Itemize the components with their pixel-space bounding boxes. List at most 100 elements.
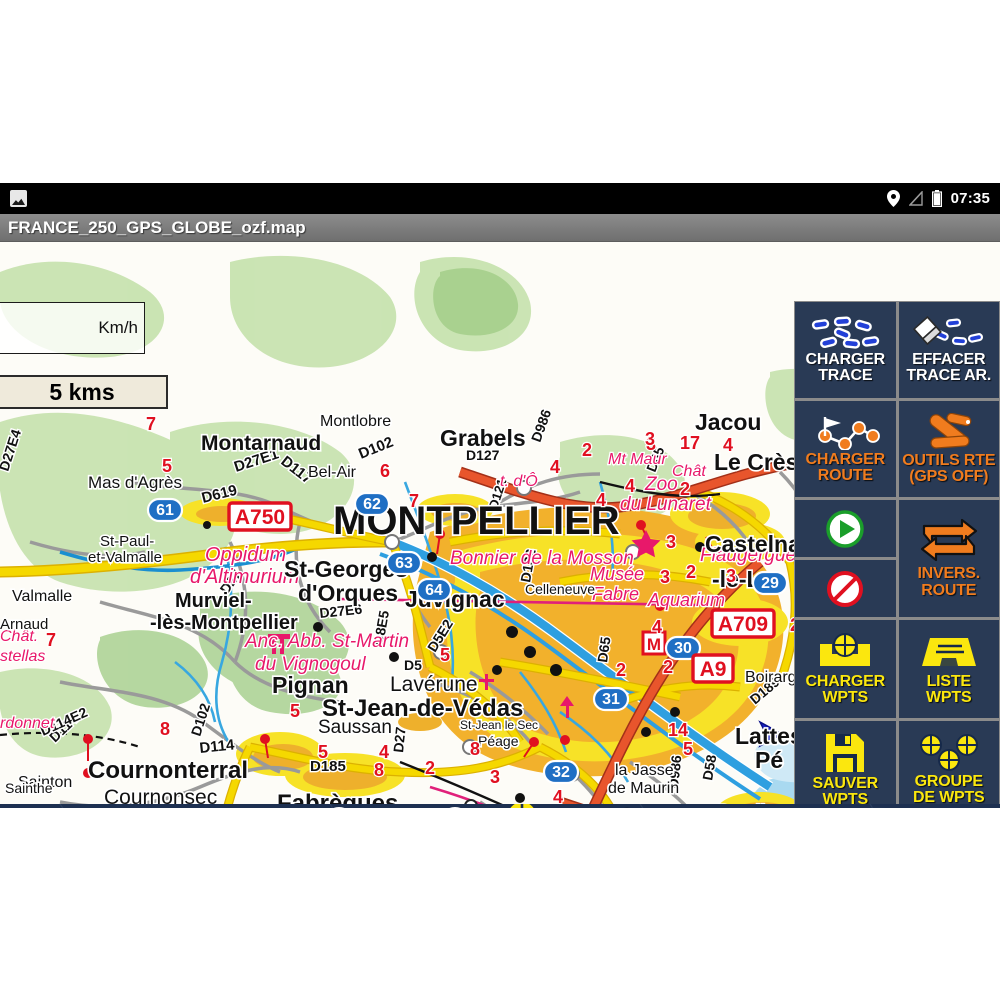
speed-display-box: Km/h — [0, 302, 145, 354]
map-distance-number: 8 — [374, 760, 384, 780]
map-place-label: Montlobre — [320, 413, 391, 430]
map-distance-number: 8 — [470, 739, 480, 759]
sauver-wpts-label-1: SAUVER — [812, 774, 879, 792]
map-place-label: Sainthe — [5, 780, 53, 796]
map-exit-shield: 64 — [415, 577, 453, 603]
map-place-label: Grabels — [440, 425, 526, 451]
map-distance-number: 8 — [160, 719, 170, 739]
map-place-label: Péage — [478, 733, 519, 749]
open-box-waypoint-icon — [820, 632, 871, 666]
list-box-icon — [921, 637, 976, 666]
map-pin-icon — [620, 807, 633, 808]
next-map-button[interactable] — [385, 806, 475, 808]
invers-route-button[interactable]: INVERS. ROUTE — [898, 500, 999, 617]
map-distance-number: 2 — [616, 660, 626, 680]
map-distance-number: 2 — [680, 479, 690, 499]
map-distance-number: 17 — [680, 433, 700, 453]
map-place-label: d'Orques — [298, 580, 398, 606]
map-poi-label: du Lunaret — [620, 494, 712, 515]
svg-text:64: 64 — [425, 582, 443, 599]
map-poi-label: Musée — [590, 564, 644, 584]
map-place-label: Arnaud — [0, 616, 48, 633]
charger-route-button[interactable]: CHARGER ROUTE — [795, 401, 896, 497]
dashed-track-icon — [812, 316, 880, 349]
outils-rte-button[interactable]: OUTILS RTE (GPS OFF) — [898, 401, 999, 497]
map-distance-number: 5 — [683, 739, 693, 759]
map-place-label: Cournonterral — [88, 757, 248, 784]
effacer-trace-label-2: TRACE AR. — [906, 367, 992, 384]
map-poi-label: Chât — [672, 463, 706, 480]
map-distance-number: 14 — [668, 720, 688, 740]
map-distance-number: 3 — [726, 566, 736, 586]
map-motorway-shield: A709 — [710, 608, 776, 639]
map-motorway-shield: A750 — [227, 501, 293, 532]
groupe-de-wpts-label-1: GROUPE — [914, 772, 983, 790]
tools-panel: CHARGER TRACE EFFACER TRACE AR. CHARGER … — [794, 301, 1000, 808]
charger-wpts-button[interactable]: CHARGER WPTS — [795, 620, 896, 718]
effacer-trace-button[interactable]: EFFACER TRACE AR. — [898, 302, 999, 398]
svg-text:A709: A709 — [718, 613, 768, 636]
map-distance-number: 4 — [625, 476, 635, 496]
map-distance-number: 2 — [425, 758, 435, 778]
gps-map-application: 07:35 FRANCE_250_GPS_GLOBE_ozf.map M D27… — [0, 183, 1000, 808]
liste-wpts-label-1: LISTE — [926, 672, 972, 690]
map-distance-number: 3 — [490, 767, 500, 787]
map-place-label: Pé — [755, 747, 783, 773]
map-poi-label: Aquarium — [647, 590, 725, 610]
map-place-label: la Jasse — [615, 762, 674, 779]
start-route-button[interactable] — [795, 500, 896, 557]
map-exit-shield: 61 — [146, 497, 184, 523]
map-canvas[interactable]: M D27E4 D27E1 D117 D102 D127 D619 D27 D27E — [0, 242, 1000, 808]
zoom-in-button[interactable] — [173, 805, 235, 808]
location-pin-icon — [886, 190, 900, 207]
svg-text:62: 62 — [363, 496, 381, 513]
map-poi-label: Anc. Abb. St-Martin — [244, 631, 409, 652]
map-poi-label: Oppidum — [205, 544, 286, 566]
zoom-in-icon — [198, 807, 210, 808]
zoom-out-icon — [47, 807, 59, 808]
map-poi-label: Fabre — [592, 584, 639, 604]
map-distance-number: 7 — [409, 491, 419, 511]
map-place-label: Lavérune — [390, 673, 478, 696]
map-place-label: Montarnaud — [201, 432, 321, 455]
stop-route-button[interactable] — [795, 560, 896, 617]
svg-text:32: 32 — [552, 764, 570, 781]
map-plus-icon — [448, 806, 462, 808]
invers-route-label-2: ROUTE — [921, 581, 977, 599]
map-place-label: Lattes — [735, 723, 803, 749]
waypoint-target-icon — [510, 804, 534, 808]
previous-map-button[interactable] — [273, 806, 363, 808]
goto-marker-button[interactable] — [594, 805, 660, 808]
map-distance-number: 4 — [723, 435, 733, 455]
battery-icon — [931, 190, 942, 207]
sauver-wpts-button[interactable]: SAUVER WPTS — [795, 721, 896, 808]
charger-trace-label-1: CHARGER — [805, 350, 886, 368]
compass-north-button[interactable] — [694, 808, 740, 809]
map-exit-shield: 63 — [385, 550, 423, 576]
north-arrow-icon — [694, 808, 740, 809]
map-place-label: Saussan — [318, 717, 392, 738]
create-waypoint-button[interactable]: CREER WPT — [489, 804, 556, 808]
charger-trace-button[interactable]: CHARGER TRACE — [795, 302, 896, 398]
svg-text:30: 30 — [674, 640, 692, 657]
charger-wpts-label-1: CHARGER — [805, 672, 886, 690]
charger-route-label-1: CHARGER — [805, 450, 886, 468]
map-scale-bar: 5 kms — [0, 375, 168, 409]
charger-wpts-label-2: WPTS — [822, 689, 869, 706]
map-distance-number: 3 — [645, 429, 655, 449]
map-distance-number: 7 — [46, 630, 56, 650]
map-poi-label: rdonnet — [0, 715, 55, 732]
swiss-knife-icon — [929, 412, 972, 449]
map-place-label: Valmalle — [12, 588, 72, 605]
zoom-out-button[interactable] — [22, 805, 84, 808]
bottom-toolbar: péro au gn 223 1 986 Gr Viviane Ra CT 1-0… — [0, 804, 1000, 808]
liste-wpts-button[interactable]: LISTE WPTS — [898, 620, 999, 718]
map-distance-number: 5 — [162, 456, 172, 476]
map-distance-number: 4 — [596, 490, 606, 510]
map-distance-number: 3 — [660, 567, 670, 587]
svg-text:63: 63 — [395, 555, 413, 572]
groupe-de-wpts-button[interactable]: GROUPE DE WPTS — [898, 721, 999, 808]
svg-text:A750: A750 — [235, 506, 285, 529]
map-road-number: D27 — [390, 726, 409, 753]
home-button[interactable] — [886, 807, 960, 809]
